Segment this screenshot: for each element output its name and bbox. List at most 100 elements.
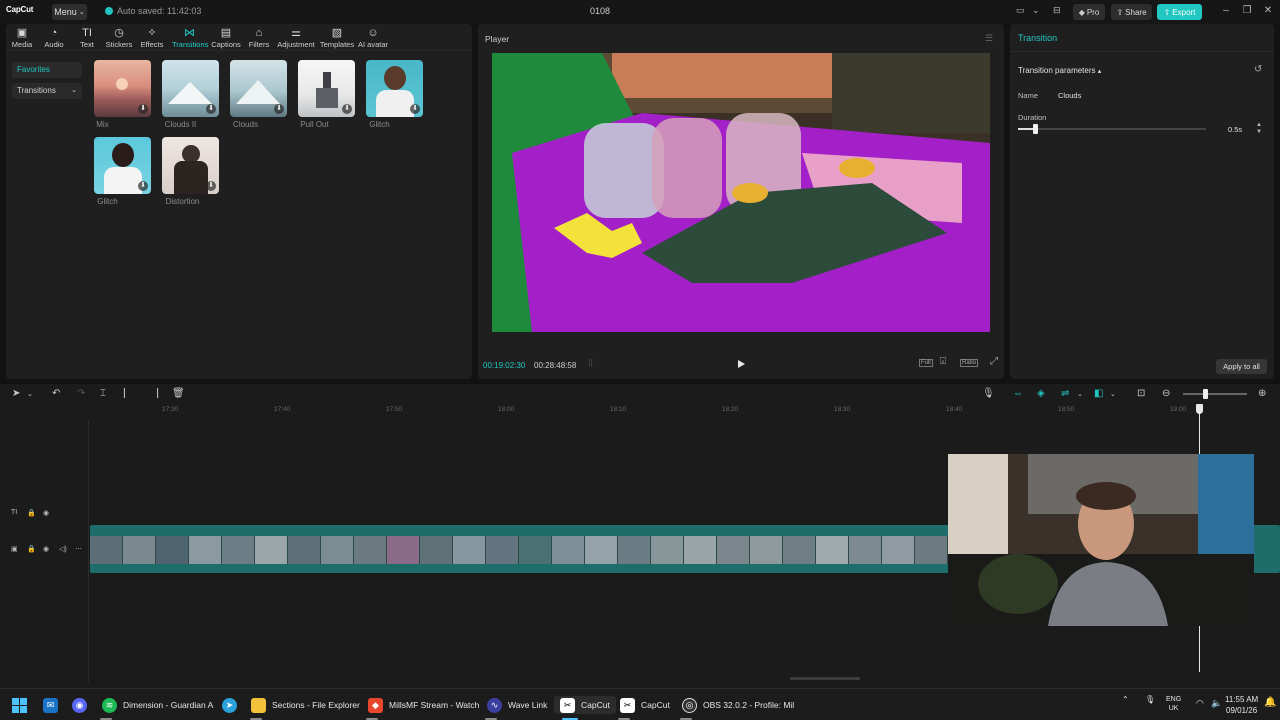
magnet-icon[interactable]: ◈	[1037, 388, 1045, 399]
tab-audio[interactable]: ◔ Audio	[37, 27, 71, 49]
duration-stepper[interactable]: ▲ ▼	[1256, 122, 1262, 136]
layout-dropdown-icon[interactable]: ⌄	[1032, 5, 1040, 16]
eye-icon[interactable]: ◉	[43, 509, 49, 517]
tab-effects[interactable]: ✧ Effects	[135, 27, 169, 49]
duration-slider-track[interactable]	[1018, 128, 1206, 130]
undo-icon[interactable]: ↶	[52, 388, 60, 399]
restore-icon[interactable]: ❐	[1240, 5, 1254, 16]
chevron-down-icon[interactable]: ⌄	[1110, 390, 1116, 398]
tab-captions[interactable]: ▤ Captions	[209, 27, 243, 49]
volume-icon[interactable]: 🔈	[1211, 698, 1222, 709]
tab-adjustment[interactable]: ⚌ Adjustment	[277, 27, 315, 49]
speaker-icon[interactable]: ◁)	[59, 545, 67, 553]
transition-thumb-pull-out[interactable]: ⬇	[298, 60, 355, 117]
taskbar-outlook[interactable]: ✉	[43, 696, 58, 714]
download-icon[interactable]: ⬇	[138, 104, 148, 114]
taskbar-wave-link[interactable]: ∿ Wave Link	[487, 696, 547, 714]
sidebar-item-favorites[interactable]: Favorites	[12, 62, 82, 78]
microphone-icon[interactable]: 🎙	[1145, 695, 1155, 704]
download-icon[interactable]: ⬇	[206, 181, 216, 191]
taskbar-spotify[interactable]: ≋ Dimension - Guardian A	[102, 696, 213, 714]
lock-icon[interactable]: 🔒	[27, 509, 36, 517]
zoom-out-icon[interactable]: ⊖	[1162, 388, 1170, 399]
sidebar-item-transitions[interactable]: Transitions ⌄	[12, 83, 82, 99]
chevron-up-icon[interactable]: ▲	[1256, 122, 1262, 129]
system-clock[interactable]: 11:55 AM 09/01/26	[1225, 694, 1258, 716]
tab-media[interactable]: ▣ Media	[5, 27, 39, 49]
taskbar-capcut-2[interactable]: ✂ CapCut	[620, 696, 670, 714]
fullscreen-icon[interactable]: ⤢	[990, 356, 998, 367]
time-ruler[interactable]: 17:30 17:40 17:50 18:00 18:10 18:20 18:3…	[90, 406, 1280, 418]
play-button[interactable]	[736, 359, 746, 369]
wifi-icon[interactable]: ◠	[1196, 698, 1204, 709]
link-icon[interactable]: ⇔	[1013, 388, 1023, 399]
export-button[interactable]: ⇧ Export	[1157, 4, 1202, 20]
reset-icon[interactable]: ↺	[1254, 64, 1262, 75]
duration-slider-handle[interactable]	[1032, 124, 1038, 134]
caption-icon[interactable]: ⊡	[1137, 388, 1145, 399]
download-icon[interactable]: ⬇	[206, 104, 216, 114]
chevron-down-icon[interactable]: ⌄	[27, 390, 33, 398]
transition-thumb-mix[interactable]: ⬇	[94, 60, 151, 117]
chevron-down-icon[interactable]: ⌄	[1077, 390, 1083, 398]
transition-thumb-glitch-2[interactable]: ⬇	[94, 137, 151, 194]
duration-value[interactable]: 0.5s	[1228, 125, 1242, 134]
redo-icon[interactable]: ↷	[77, 388, 85, 399]
ratio-button[interactable]: Ratio	[960, 359, 979, 367]
taskbar-discord[interactable]: ◉	[72, 696, 87, 714]
taskbar-telegram[interactable]: ➤	[222, 696, 237, 714]
chevron-up-icon[interactable]: ⌃	[1122, 695, 1129, 704]
trim-right-icon[interactable]: ⎹	[148, 388, 158, 399]
more-icon[interactable]: ⋯	[75, 545, 82, 553]
notification-icon[interactable]: 🔔	[1264, 697, 1276, 708]
tab-filters[interactable]: ⌂ Filters	[242, 27, 276, 49]
download-icon[interactable]: ⬇	[410, 104, 420, 114]
trim-left-icon[interactable]: ⎸	[124, 388, 134, 399]
preview-axis-icon[interactable]: ◧	[1094, 388, 1103, 399]
transition-thumb-glitch[interactable]: ⬇	[366, 60, 423, 117]
download-icon[interactable]: ⬇	[342, 104, 352, 114]
playhead-handle[interactable]	[1196, 404, 1203, 414]
snapshot-icon[interactable]: ⌻	[940, 356, 946, 367]
minimize-icon[interactable]: –	[1219, 5, 1233, 16]
download-icon[interactable]: ⬇	[138, 181, 148, 191]
delete-icon[interactable]: 🗑	[172, 388, 185, 399]
taskbar-file-explorer[interactable]: Sections - File Explorer	[251, 696, 360, 714]
tab-transitions[interactable]: ⋈ Transitions	[172, 27, 208, 49]
tab-text[interactable]: TI Text	[70, 27, 104, 49]
linkage-icon[interactable]: ⇌	[1061, 388, 1069, 399]
transition-thumb-clouds[interactable]: ⬇	[230, 60, 287, 117]
apply-to-all-button[interactable]: Apply to all	[1216, 359, 1267, 374]
select-tool-icon[interactable]: ➤	[12, 388, 20, 399]
share-button[interactable]: ⇪ Share	[1111, 4, 1152, 20]
transition-thumb-distortion[interactable]: ⬇	[162, 137, 219, 194]
shortcuts-icon[interactable]: ⊟	[1053, 5, 1061, 16]
microphone-icon[interactable]: 🎙	[982, 388, 995, 399]
taskbar-capcut-1[interactable]: ✂ CapCut	[554, 696, 616, 714]
zoom-in-icon[interactable]: ⊕	[1258, 388, 1266, 399]
layout-icon[interactable]: ▭	[1016, 5, 1025, 16]
inspector-tab-transition[interactable]: Transition	[1018, 33, 1057, 43]
close-icon[interactable]: ✕	[1261, 5, 1275, 16]
download-icon[interactable]: ⬇	[274, 104, 284, 114]
lock-icon[interactable]: 🔒	[27, 545, 36, 553]
zoom-slider-handle[interactable]	[1203, 389, 1209, 399]
eye-icon[interactable]: ◉	[43, 545, 49, 553]
zoom-slider-track[interactable]	[1183, 393, 1247, 395]
menu-button[interactable]: Menu ⌄	[52, 4, 87, 20]
video-preview[interactable]	[492, 53, 990, 332]
full-quality-button[interactable]: Full	[919, 359, 933, 367]
start-button[interactable]	[12, 696, 27, 714]
language-indicator[interactable]: ENG UK	[1166, 695, 1181, 713]
taskbar-brave[interactable]: ◆ MillsMF Stream - Watch	[368, 696, 479, 714]
pro-button[interactable]: ◆ Pro	[1073, 4, 1105, 20]
tab-templates[interactable]: ▧ Templates	[319, 27, 355, 49]
tab-ai-avatar[interactable]: ☺ AI avatar	[356, 27, 390, 49]
timeline-scale-icon[interactable]: ⣿	[588, 359, 593, 367]
transition-parameters-header[interactable]: Transition parameters ▴	[1018, 66, 1101, 75]
split-icon[interactable]: ⌶	[100, 388, 106, 399]
hamburger-menu-icon[interactable]: ☰	[985, 33, 993, 44]
timeline-scrollbar[interactable]	[790, 677, 860, 680]
chevron-down-icon[interactable]: ▼	[1256, 129, 1262, 136]
taskbar-obs[interactable]: ◎ OBS 32.0.2 - Profile: Mil	[682, 696, 794, 714]
